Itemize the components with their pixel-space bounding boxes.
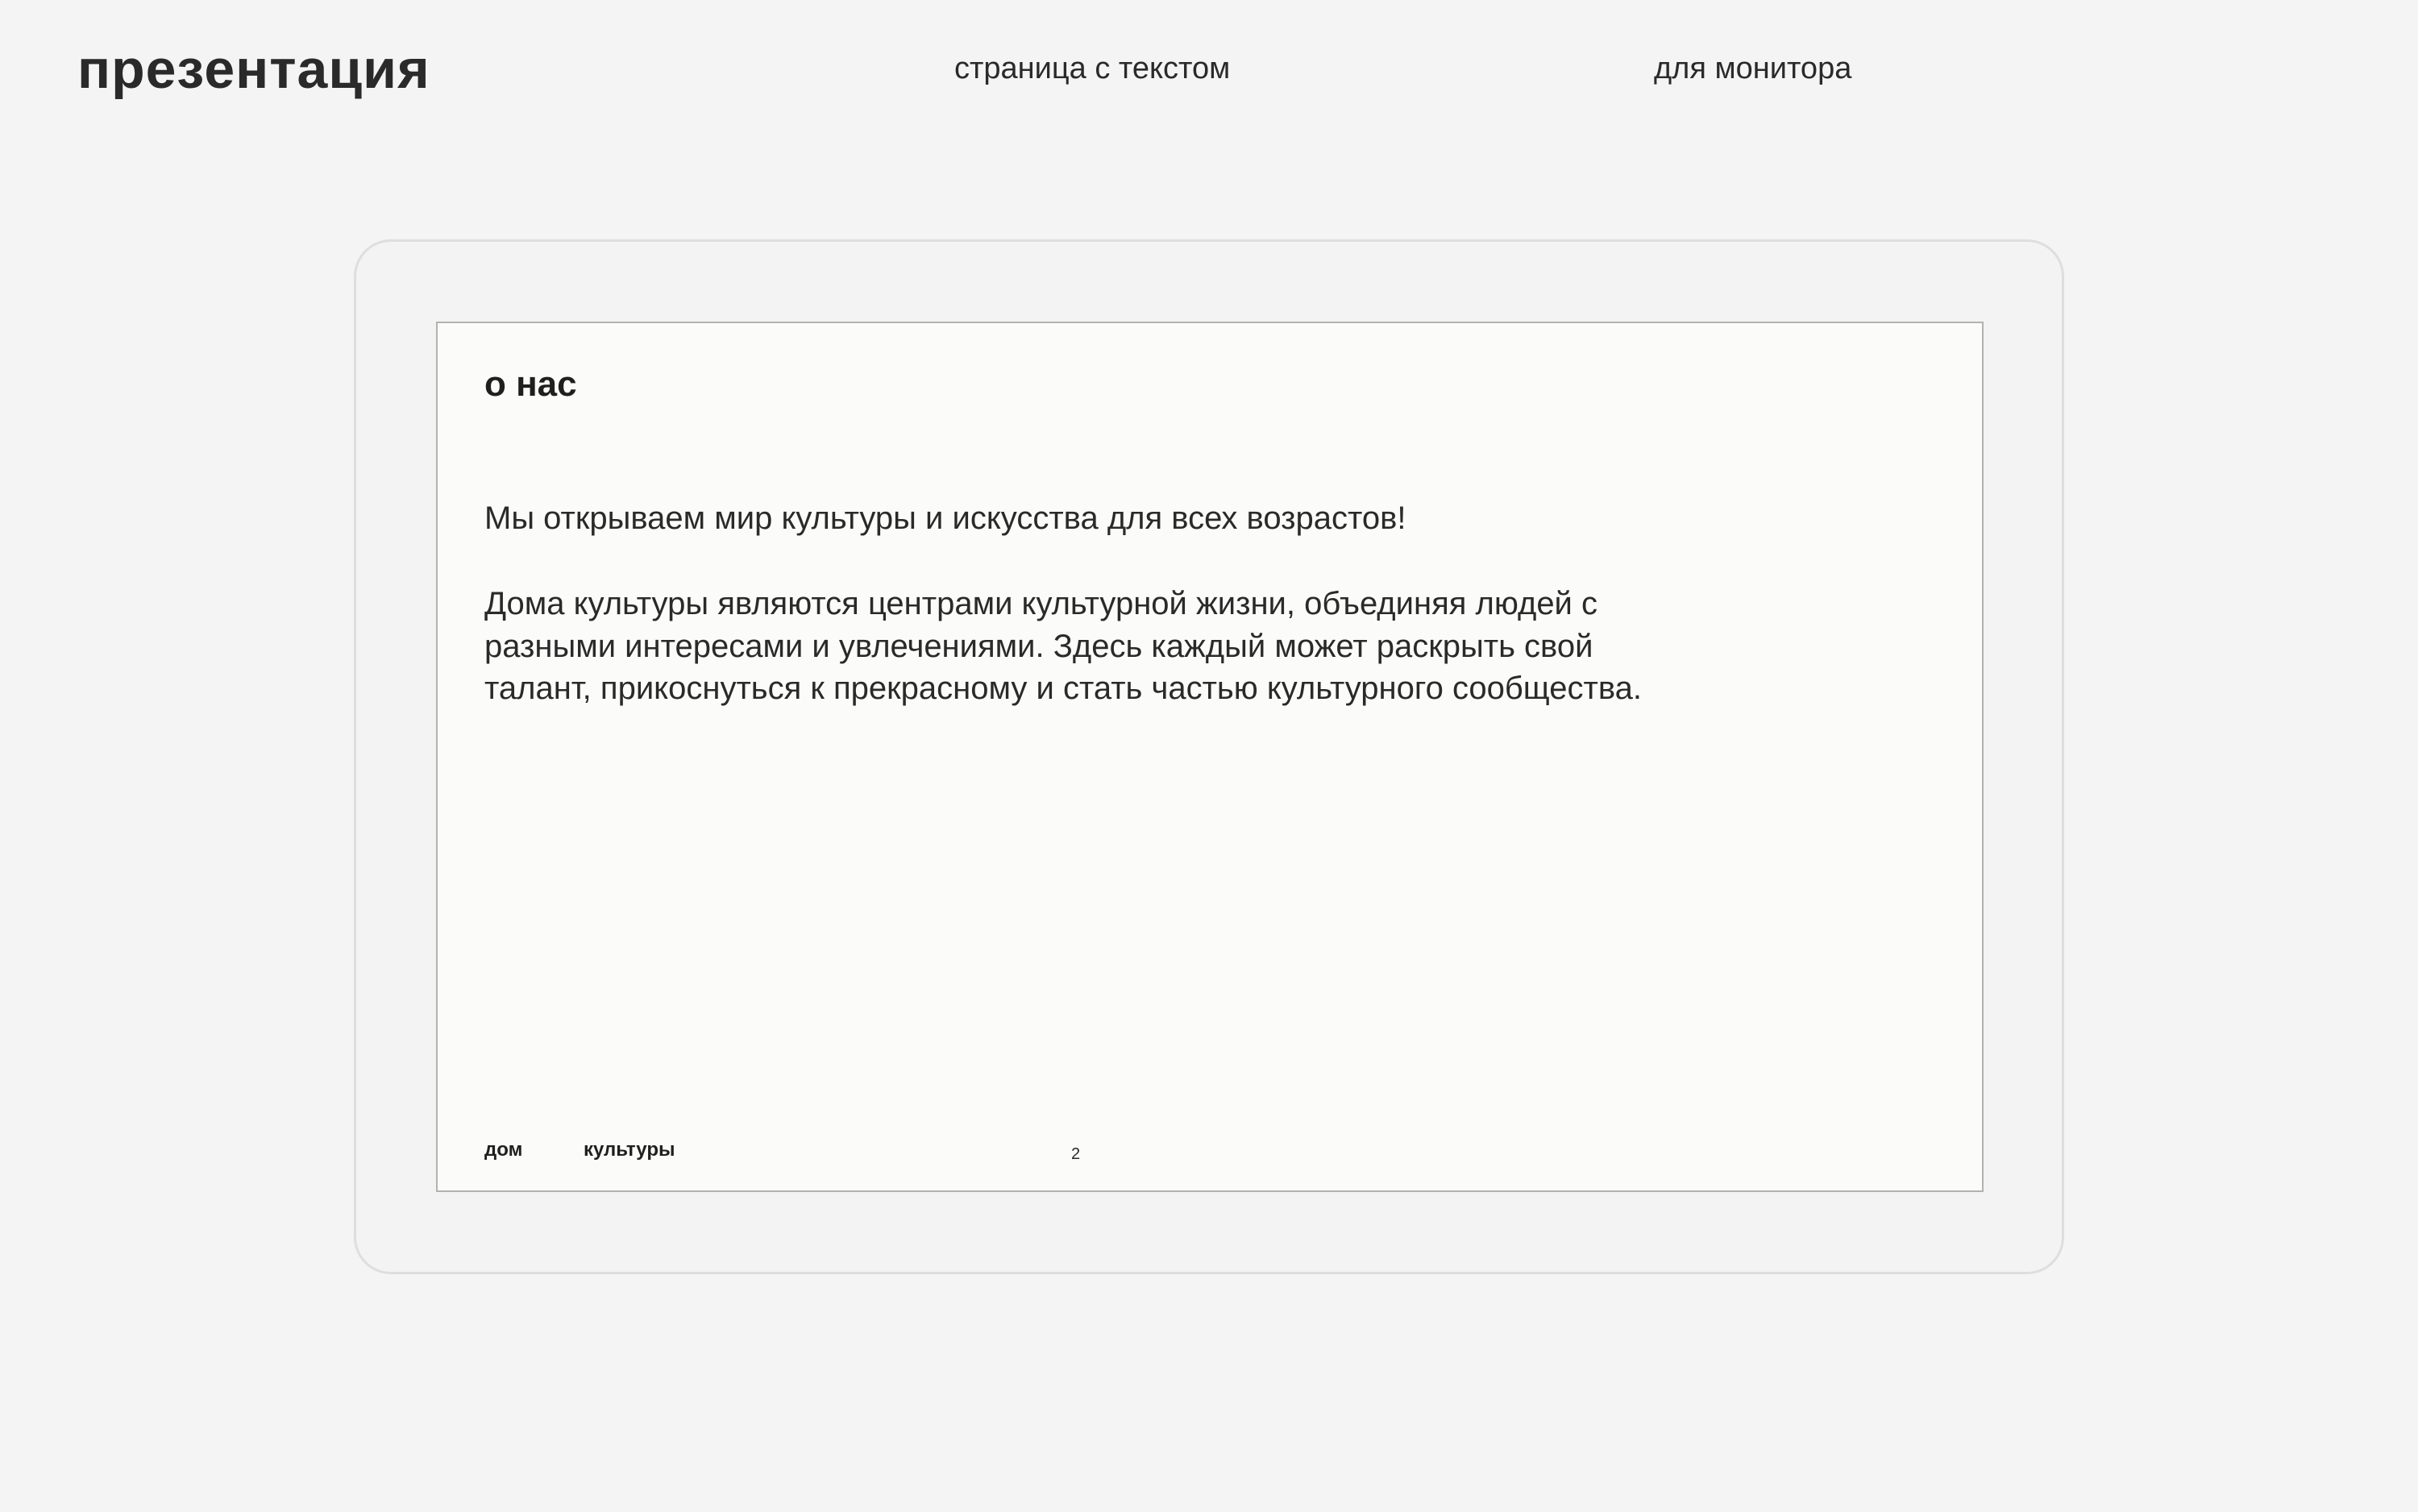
slide-footer-brand-first: дом (484, 1139, 523, 1161)
slide-screen: о нас Мы открываем мир культуры и искусс… (436, 322, 1984, 1192)
slide-page-number: 2 (1071, 1145, 1081, 1163)
page-title: презентация (77, 39, 430, 100)
slide-body-text: Дома культуры являются центрами культурн… (484, 586, 1642, 706)
slide-heading: о нас (484, 364, 577, 404)
page-subtitle-page-type: страница с текстом (954, 52, 1231, 85)
slide-lead-text: Мы открываем мир культуры и искусства дл… (484, 501, 1406, 536)
slide-footer-brand-second: культуры (584, 1139, 675, 1161)
page-subtitle-device-type: для монитора (1654, 52, 1852, 85)
page: презентация страница с текстом для монит… (0, 0, 2418, 1512)
